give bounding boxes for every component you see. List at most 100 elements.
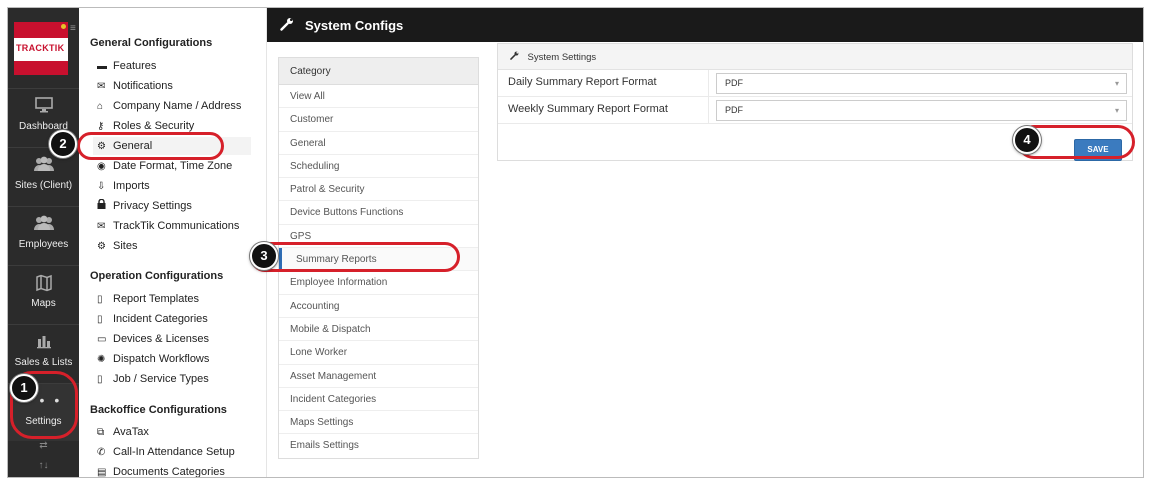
dots-icon: • • •	[24, 392, 63, 408]
category-item-general[interactable]: General	[279, 132, 478, 155]
category-item-summary-reports[interactable]: Summary Reports	[279, 248, 478, 272]
logo-top-bar	[14, 22, 68, 38]
nav-devices-licenses[interactable]: ▭ Devices & Licenses	[97, 330, 209, 348]
nav-privacy-settings[interactable]: Privacy Settings	[97, 197, 192, 215]
backoffice-configurations-heading: Backoffice Configurations	[90, 404, 227, 416]
save-button[interactable]: SAVE	[1074, 139, 1122, 161]
nav-documents-categories[interactable]: ▤ Documents Categories	[97, 463, 225, 478]
category-item-mobile-dispatch[interactable]: Mobile & Dispatch	[279, 318, 478, 342]
category-item-gps[interactable]: GPS	[279, 225, 478, 249]
wrench-icon	[280, 17, 294, 34]
nav-label: Dispatch Workflows	[113, 353, 210, 365]
select-value: PDF	[725, 105, 743, 115]
nav-notifications[interactable]: ✉ Notifications	[97, 77, 173, 95]
nav-tracktik-communications[interactable]: ✉ TrackTik Communications	[97, 217, 239, 235]
category-item-accounting[interactable]: Accounting	[279, 295, 478, 318]
top-header: System Configs	[267, 8, 1143, 42]
nav-label: Report Templates	[113, 293, 200, 305]
nav-call-in-attendance-setup[interactable]: ✆ Call-In Attendance Setup	[97, 443, 235, 461]
rail-item-sites[interactable]: Sites (Client)	[8, 147, 79, 205]
page-title: System Configs	[305, 18, 404, 33]
category-item-scheduling[interactable]: Scheduling	[279, 155, 478, 179]
nav-label: TrackTik Communications	[113, 220, 240, 232]
nav-label: Features	[113, 60, 157, 72]
row-divider	[708, 70, 709, 96]
select-value: PDF	[725, 78, 743, 88]
weekly-format-select[interactable]: PDF ▾	[716, 100, 1127, 121]
gear-icon: ⚙	[97, 241, 106, 252]
setting-label: Daily Summary Report Format	[508, 76, 657, 88]
briefcase-icon: ▬	[97, 61, 107, 72]
swap-icon[interactable]: ⇄	[8, 440, 79, 451]
sort-icon[interactable]: ↑↓	[8, 460, 79, 471]
rail-item-sales-lists[interactable]: Sales & Lists	[8, 324, 79, 382]
rail-item-label: Sales & Lists	[14, 357, 73, 368]
nav-label: Incident Categories	[113, 313, 208, 325]
lock-icon	[97, 198, 113, 216]
monitor-icon	[8, 97, 79, 117]
logo-bottom-bar	[14, 61, 68, 75]
category-item-lone-worker[interactable]: Lone Worker	[279, 341, 478, 365]
nav-label: AvaTax	[113, 426, 149, 438]
category-item-customer[interactable]: Customer	[279, 108, 478, 132]
document-icon: ▯	[97, 314, 103, 325]
logo-text: TRACKTIK	[16, 43, 65, 53]
phone-icon: ✆	[97, 447, 106, 458]
nav-dispatch-workflows[interactable]: ✺ Dispatch Workflows	[97, 350, 209, 368]
nav-label: Devices & Licenses	[113, 333, 209, 345]
category-item-emails-settings[interactable]: Emails Settings	[279, 434, 478, 457]
download-icon: ⇩	[97, 181, 106, 192]
nav-label: Sites	[113, 240, 138, 252]
panel-header: System Settings	[498, 44, 1132, 70]
menu-icon[interactable]: ≡	[70, 23, 76, 34]
people-icon	[8, 215, 79, 235]
nav-label: Call-In Attendance Setup	[113, 446, 235, 458]
rail-item-employees[interactable]: Employees	[8, 206, 79, 264]
nav-date-format-time-zone[interactable]: ◉ Date Format, Time Zone	[97, 157, 232, 175]
map-icon	[8, 274, 79, 294]
nav-features[interactable]: ▬ Features	[97, 57, 156, 75]
nav-incident-categories[interactable]: ▯ Incident Categories	[97, 310, 208, 328]
nav-company-name-address[interactable]: ⌂ Company Name / Address	[97, 97, 241, 115]
rail-item-label: Dashboard	[19, 121, 68, 132]
status-dot-icon	[61, 24, 66, 29]
envelope-icon: ✉	[97, 81, 106, 92]
list-icon: ▤	[97, 467, 107, 478]
nav-roles-security[interactable]: ⚷ Roles & Security	[97, 117, 194, 135]
category-item-employee-information[interactable]: Employee Information	[279, 271, 478, 295]
row-divider	[708, 97, 709, 123]
category-item-patrol-security[interactable]: Patrol & Security	[279, 178, 478, 202]
rail-item-settings[interactable]: • • • Settings	[8, 383, 79, 441]
rail-item-label: Maps	[31, 298, 56, 309]
chevron-down-icon: ▾	[1114, 79, 1119, 88]
home-icon: ⌂	[97, 101, 104, 112]
category-item-view-all[interactable]: View All	[279, 85, 478, 109]
nav-label: Roles & Security	[113, 120, 195, 132]
nav-sites[interactable]: ⚙ Sites	[97, 237, 137, 255]
category-item-asset-management[interactable]: Asset Management	[279, 365, 478, 388]
rail-item-dashboard[interactable]: Dashboard	[8, 88, 79, 146]
rail-item-label: Sites (Client)	[14, 180, 73, 191]
nav-label: Documents Categories	[113, 466, 225, 478]
bar-chart-icon	[8, 333, 79, 353]
tracktik-logo[interactable]: TRACKTIK	[14, 22, 68, 75]
category-item-device-buttons-functions[interactable]: Device Buttons Functions	[279, 201, 478, 225]
setting-label: Weekly Summary Report Format	[508, 103, 668, 115]
key-icon: ⚷	[97, 121, 105, 132]
nav-report-templates[interactable]: ▯ Report Templates	[97, 290, 199, 308]
copy-icon: ⧉	[97, 427, 105, 438]
nav-imports[interactable]: ⇩ Imports	[97, 177, 150, 195]
rail-item-maps[interactable]: Maps	[8, 265, 79, 323]
nav-job-service-types[interactable]: ▯ Job / Service Types	[97, 370, 209, 388]
category-item-maps-settings[interactable]: Maps Settings	[279, 411, 478, 435]
config-nav: General Configurations ▬ Features ✉ Notifi…	[79, 8, 267, 478]
nav-avatax[interactable]: ⧉ AvaTax	[97, 423, 149, 441]
phone-icon: ▭	[97, 334, 107, 345]
nav-label: Date Format, Time Zone	[113, 160, 233, 172]
workflow-icon: ✺	[97, 354, 106, 365]
nav-general[interactable]: ⚙ General	[93, 137, 251, 155]
category-item-incident-categories[interactable]: Incident Categories	[279, 388, 478, 412]
rail-item-label: Settings	[25, 416, 62, 427]
daily-format-select[interactable]: PDF ▾	[716, 73, 1127, 94]
setting-row-daily: Daily Summary Report Format PDF ▾	[498, 70, 1132, 97]
